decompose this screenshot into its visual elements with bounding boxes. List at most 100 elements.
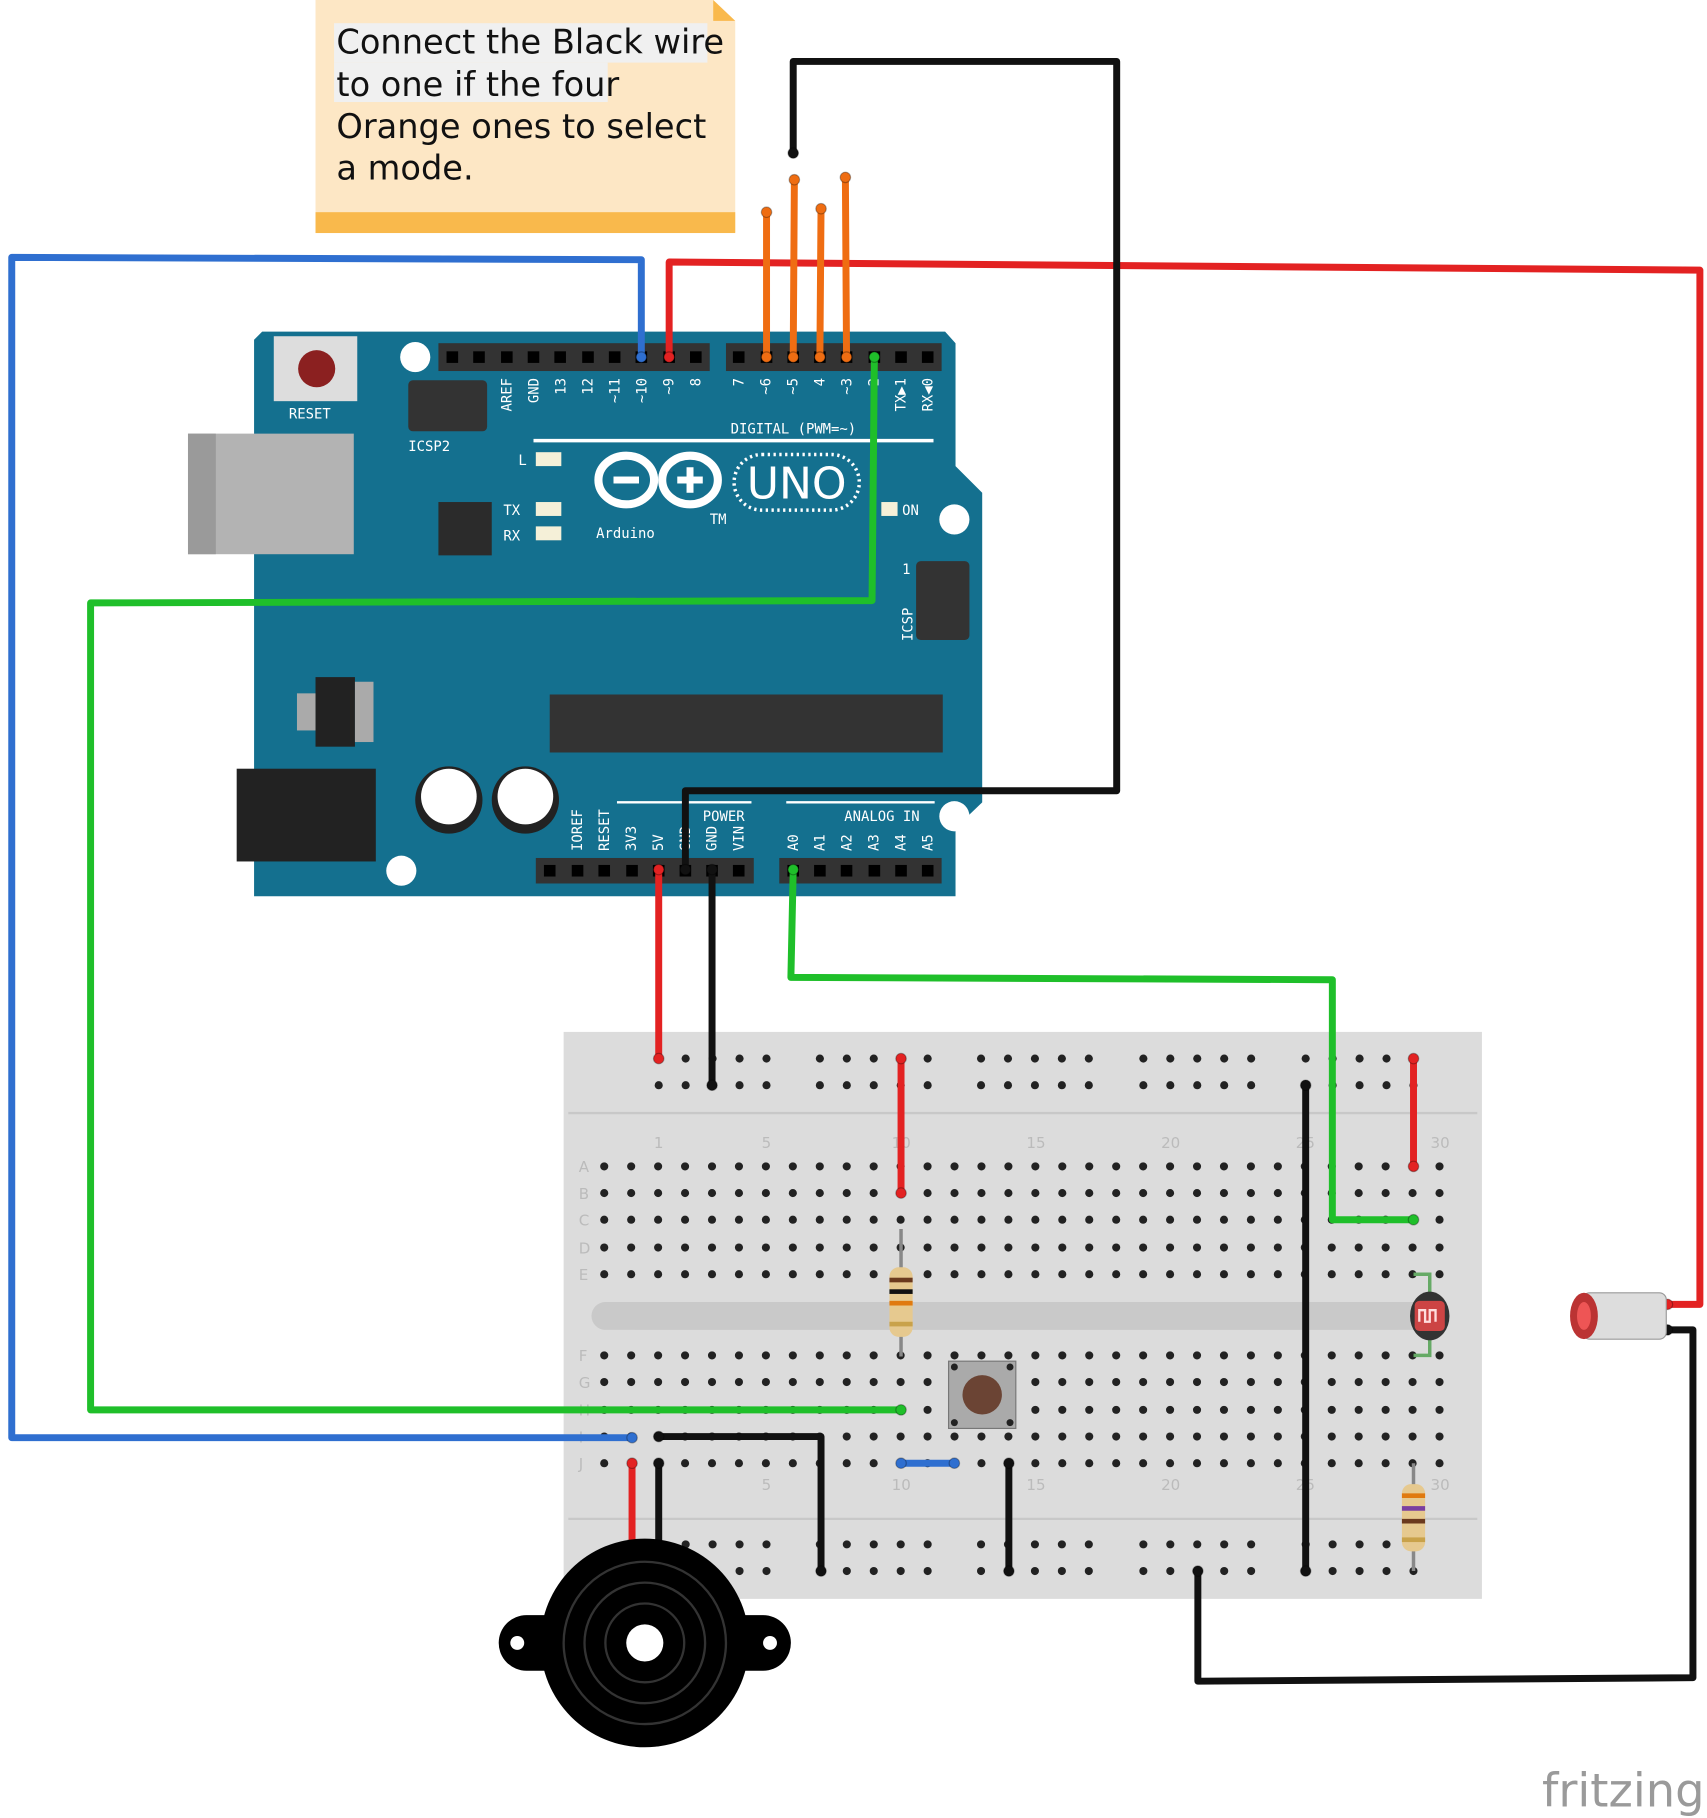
rail-hole[interactable] [842,1566,851,1576]
breadboard-hole[interactable] [923,1189,932,1198]
breadboard-hole[interactable] [627,1243,636,1252]
rail-hole[interactable] [1003,1054,1013,1063]
rail-hole[interactable] [1166,1566,1175,1576]
breadboard-hole[interactable] [627,1351,636,1360]
breadboard-hole[interactable] [815,1162,824,1171]
wire-end[interactable] [895,1052,907,1065]
header-pin[interactable] [473,351,485,363]
breadboard-hole[interactable] [1166,1459,1175,1468]
breadboard-hole[interactable] [1327,1270,1336,1279]
breadboard-hole[interactable] [680,1162,690,1171]
breadboard-hole[interactable] [977,1459,986,1468]
breadboard-hole[interactable] [654,1215,663,1224]
breadboard-hole[interactable] [707,1377,717,1387]
breadboard-hole[interactable] [600,1459,609,1468]
breadboard-hole[interactable] [627,1270,636,1279]
breadboard-hole[interactable] [842,1215,851,1224]
breadboard-hole[interactable] [1435,1405,1444,1414]
breadboard-hole[interactable] [1085,1432,1094,1441]
wire-end[interactable] [839,171,852,184]
breadboard-hole[interactable] [1435,1243,1444,1252]
header-pin[interactable] [608,351,621,363]
breadboard-hole[interactable] [1139,1243,1148,1252]
breadboard-hole[interactable] [1327,1243,1336,1252]
wire-end[interactable] [1407,1160,1420,1173]
breadboard-hole[interactable] [1219,1459,1229,1468]
wire-end[interactable] [814,351,826,363]
breadboard-hole[interactable] [1246,1351,1255,1360]
breadboard-hole[interactable] [869,1189,878,1198]
rail-hole[interactable] [1193,1054,1202,1063]
breadboard-hole[interactable] [1246,1162,1255,1171]
rail-hole[interactable] [815,1054,824,1063]
breadboard-hole[interactable] [654,1351,663,1360]
breadboard-hole[interactable] [869,1351,878,1360]
breadboard-hole[interactable] [1058,1189,1067,1198]
breadboard-hole[interactable] [815,1215,824,1224]
breadboard-hole[interactable] [1031,1377,1040,1387]
wire-end[interactable] [787,351,800,363]
breadboard-hole[interactable] [1435,1162,1444,1171]
breadboard-hole[interactable] [950,1189,959,1198]
rail-hole[interactable] [1139,1566,1148,1576]
header-pin[interactable] [732,864,745,877]
wire-end[interactable] [787,147,800,159]
breadboard-hole[interactable] [977,1215,986,1224]
breadboard-hole[interactable] [734,1351,744,1360]
arduino-uno-board[interactable]: RESET ICSP2 DIGITAL (PWM=~) POWER ANALOG… [187,331,983,897]
breadboard-hole[interactable] [1004,1351,1013,1360]
breadboard-hole[interactable] [950,1243,959,1252]
rail-hole[interactable] [896,1566,905,1576]
breadboard-hole[interactable] [761,1189,770,1198]
breadboard-hole[interactable] [1435,1270,1444,1279]
breadboard-hole[interactable] [869,1377,878,1387]
breadboard-hole[interactable] [1327,1351,1336,1360]
breadboard-hole[interactable] [734,1162,744,1171]
wire-end[interactable] [840,351,853,363]
breadboard-hole[interactable] [1166,1377,1175,1387]
breadboard-hole[interactable] [1085,1351,1094,1360]
header-pin[interactable] [598,864,611,877]
breadboard-hole[interactable] [654,1270,663,1279]
breadboard-hole[interactable] [1139,1432,1148,1441]
rail-hole[interactable] [681,1054,690,1063]
rail-hole[interactable] [1328,1540,1337,1549]
breadboard-hole[interactable] [1354,1377,1363,1387]
breadboard-hole[interactable] [1112,1243,1121,1252]
rail-hole[interactable] [1166,1540,1175,1549]
breadboard-hole[interactable] [707,1243,717,1252]
wire-end[interactable] [1192,1565,1204,1577]
rail-hole[interactable] [1355,1081,1364,1090]
breadboard-hole[interactable] [1273,1405,1282,1414]
wire-end[interactable] [626,1457,638,1470]
breadboard-hole[interactable] [788,1270,797,1279]
breadboard-hole[interactable] [1273,1243,1282,1252]
breadboard-hole[interactable] [1219,1243,1229,1252]
breadboard-hole[interactable] [654,1162,663,1171]
rail-hole[interactable] [815,1081,824,1090]
header-pin[interactable] [814,864,826,877]
rail-hole[interactable] [735,1540,744,1549]
breadboard-hole[interactable] [815,1270,824,1279]
breadboard-hole[interactable] [896,1377,905,1387]
wire-end[interactable] [652,1430,665,1443]
wire-end[interactable] [1003,1457,1015,1470]
breadboard-hole[interactable] [627,1189,636,1198]
breadboard-hole[interactable] [654,1189,663,1198]
breadboard-hole[interactable] [1004,1270,1013,1279]
breadboard-hole[interactable] [842,1351,851,1360]
breadboard-hole[interactable] [1112,1432,1121,1441]
rail-hole[interactable] [842,1081,851,1090]
breadboard-hole[interactable] [1058,1377,1067,1387]
breadboard-hole[interactable] [1139,1189,1148,1198]
rail-hole[interactable] [1247,1054,1256,1063]
breadboard-hole[interactable] [1139,1405,1148,1414]
rail-hole[interactable] [1057,1081,1066,1090]
breadboard-hole[interactable] [1435,1432,1444,1441]
breadboard-hole[interactable] [1112,1270,1121,1279]
breadboard-hole[interactable] [1112,1377,1121,1387]
breadboard-hole[interactable] [1112,1405,1121,1414]
breadboard-hole[interactable] [1058,1215,1067,1224]
breadboard-hole[interactable] [1273,1162,1282,1171]
breadboard-hole[interactable] [761,1459,770,1468]
